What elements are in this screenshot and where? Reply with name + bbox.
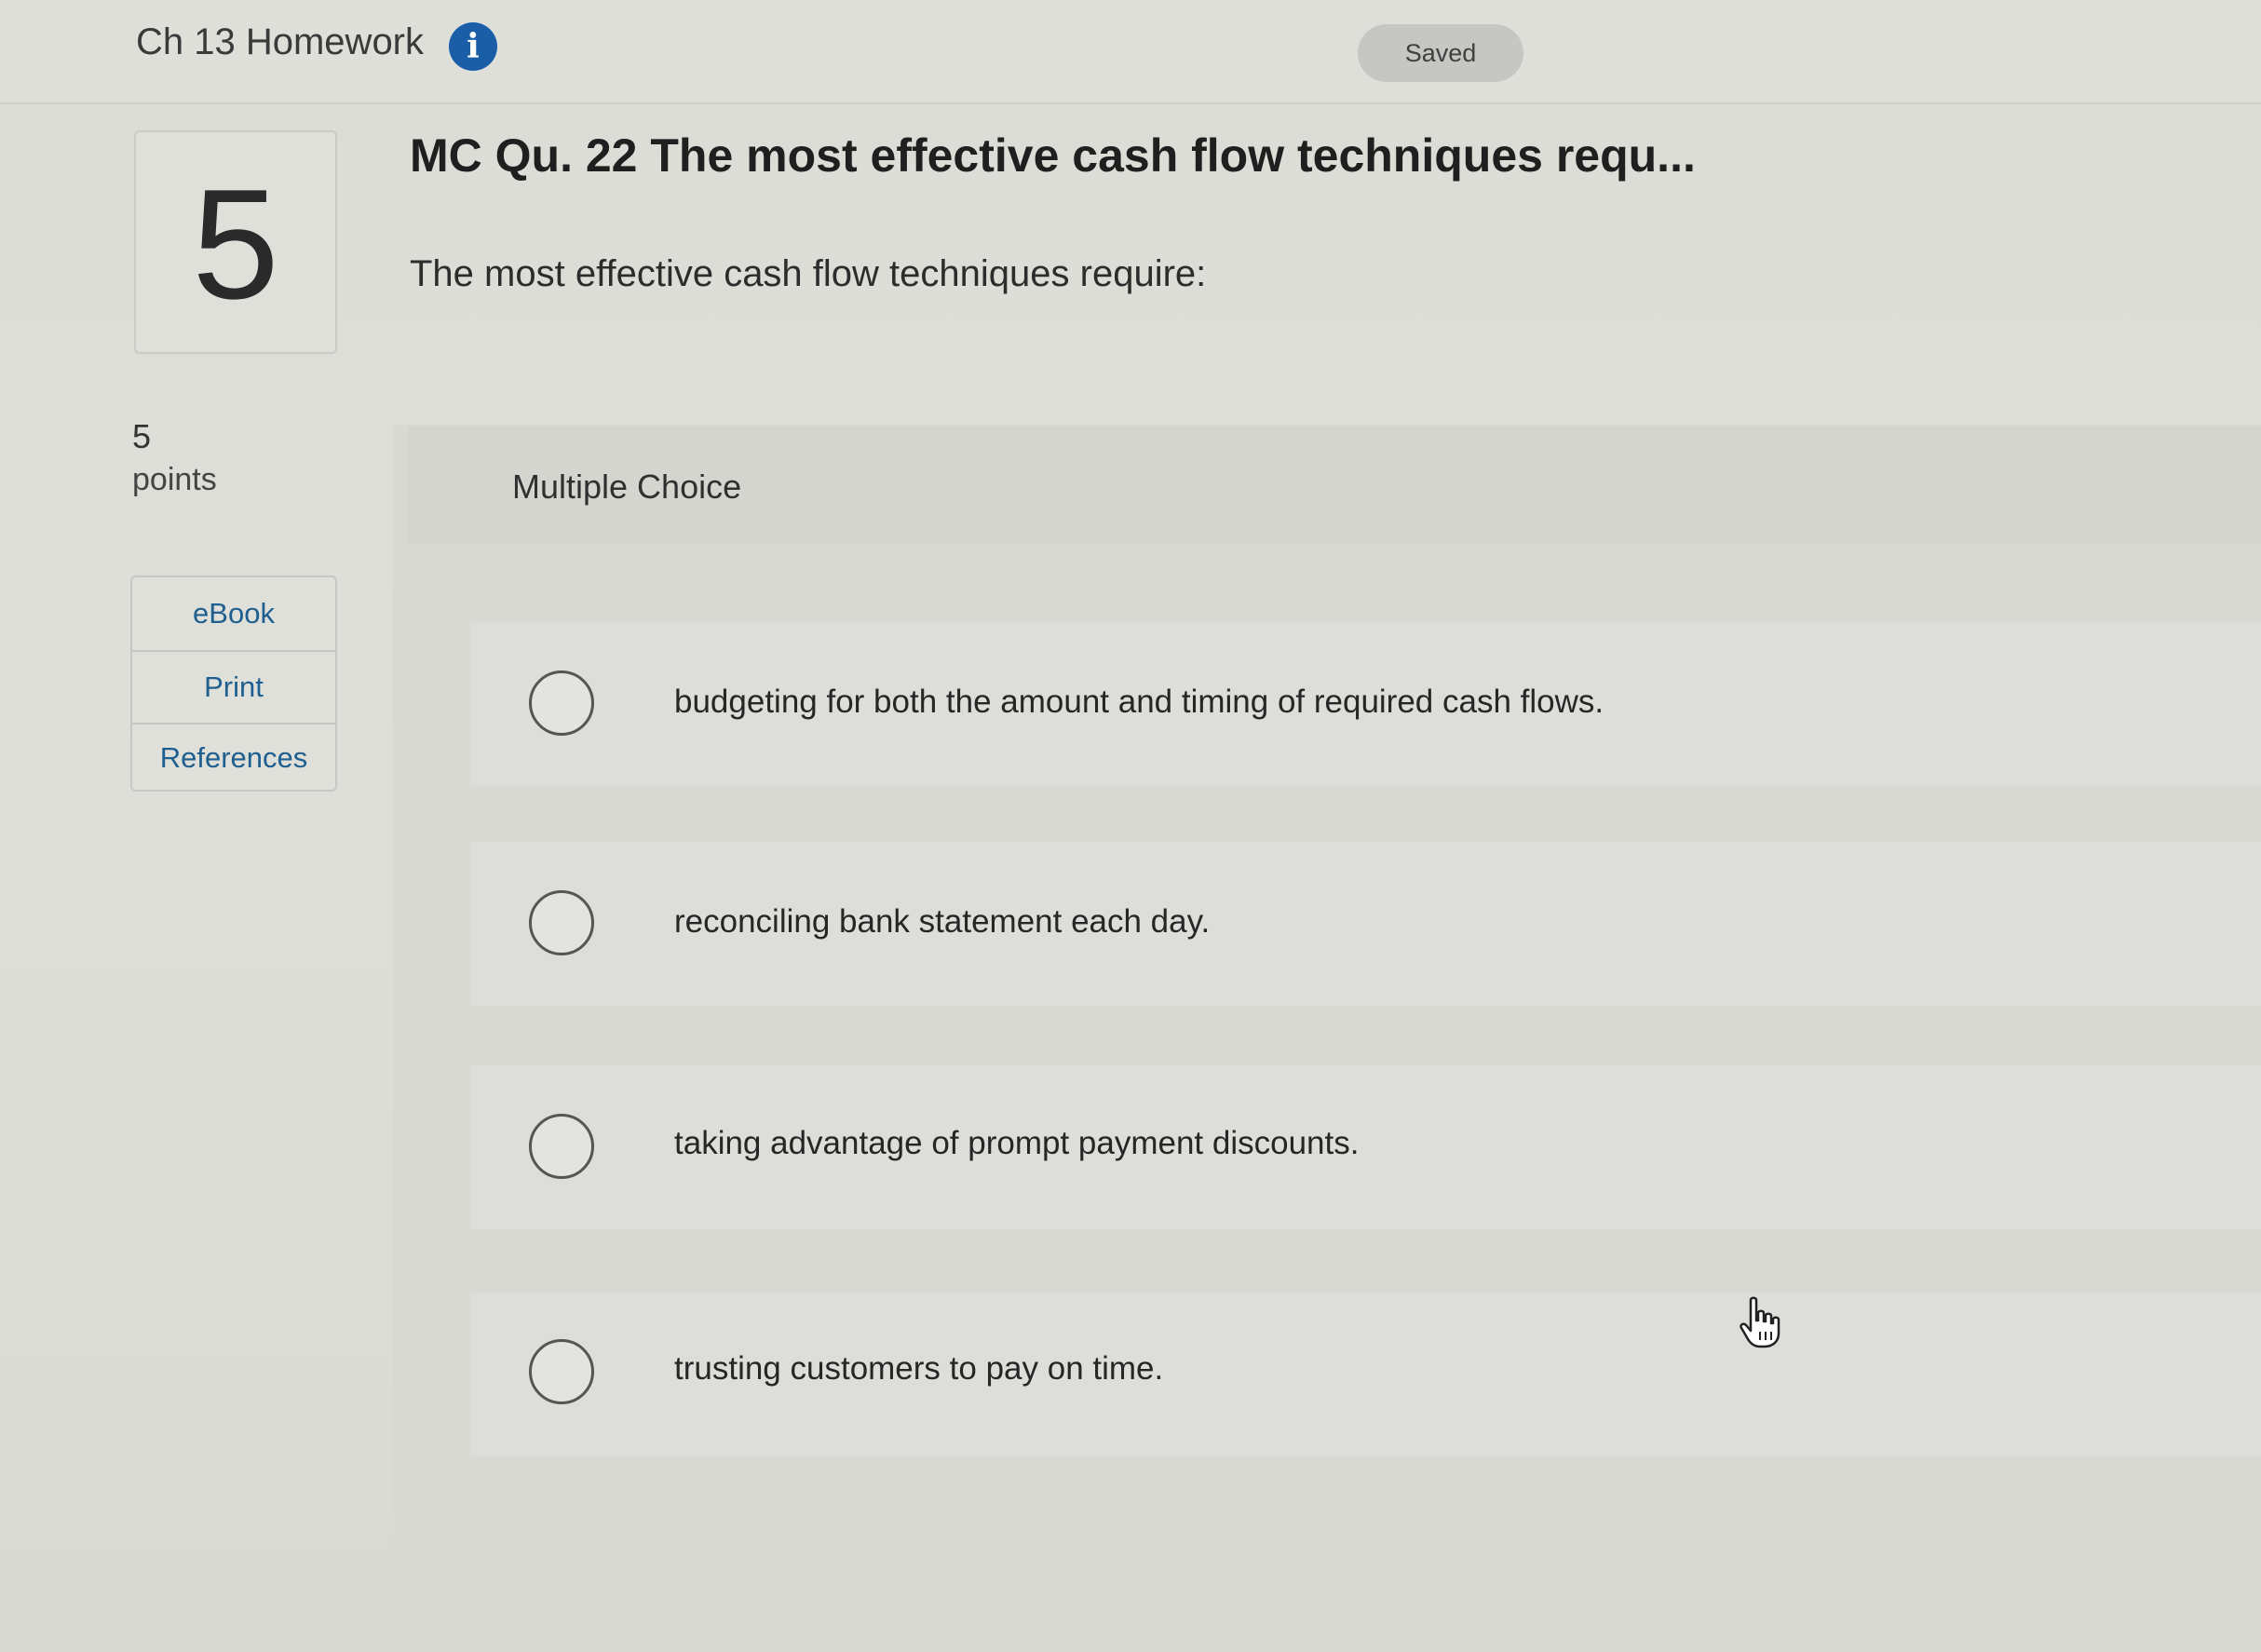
references-button[interactable]: References xyxy=(132,724,335,790)
question-title: MC Qu. 22 The most effective cash flow t… xyxy=(410,129,1696,182)
choice-text[interactable]: budgeting for both the amount and timing… xyxy=(674,684,1604,721)
choice-text[interactable]: reconciling bank statement each day. xyxy=(674,903,1210,941)
question-prompt: The most effective cash flow techniques … xyxy=(410,253,1207,294)
radio-icon[interactable] xyxy=(529,670,594,736)
info-icon[interactable]: i xyxy=(449,22,497,71)
ebook-button[interactable]: eBook xyxy=(132,577,335,650)
question-number: 5 xyxy=(192,156,279,332)
radio-icon[interactable] xyxy=(529,1114,594,1179)
top-bar: Ch 13 Homework i Saved xyxy=(0,0,2261,104)
points-value: 5 xyxy=(132,417,152,455)
print-button[interactable]: Print xyxy=(132,652,335,723)
radio-icon[interactable] xyxy=(529,1339,594,1404)
radio-icon[interactable] xyxy=(529,890,594,955)
hand-pointer-icon xyxy=(1740,1296,1780,1348)
choice-text[interactable]: taking advantage of prompt payment disco… xyxy=(674,1125,1359,1162)
save-status-badge: Saved xyxy=(1358,24,1523,82)
question-tools-panel: eBook Print References xyxy=(130,575,337,792)
answer-type-label: Multiple Choice xyxy=(512,467,742,506)
points-label: points xyxy=(132,462,217,497)
question-number-box: 5 xyxy=(134,130,337,354)
choice-text[interactable]: trusting customers to pay on time. xyxy=(674,1350,1163,1388)
assignment-title: Ch 13 Homework xyxy=(136,21,425,62)
